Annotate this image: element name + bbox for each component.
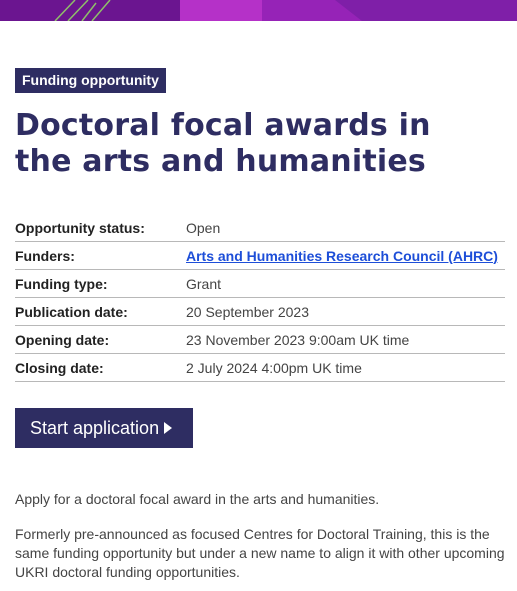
header-banner: [0, 0, 517, 21]
details-label: Publication date:: [15, 297, 186, 326]
banner-decoration: [54, 0, 362, 21]
details-row-funders: Funders: Arts and Humanities Research Co…: [15, 241, 505, 270]
details-label: Closing date:: [15, 353, 186, 382]
play-triangle-icon: [164, 422, 173, 434]
funding-opportunity-tag: Funding opportunity: [15, 68, 166, 93]
details-row-type: Funding type: Grant: [15, 269, 505, 298]
page-title: Doctoral focal awards in the arts and hu…: [15, 108, 431, 179]
details-row-opening: Opening date: 23 November 2023 9:00am UK…: [15, 325, 505, 354]
description-paragraph: Formerly pre-announced as focused Centre…: [15, 526, 505, 580]
start-application-button[interactable]: Start application: [15, 408, 193, 448]
opportunity-details: Opportunity status: Open Funders: Arts a…: [15, 214, 505, 382]
funder-link[interactable]: Arts and Humanities Research Council (AH…: [186, 248, 498, 264]
details-row-closing: Closing date: 2 July 2024 4:00pm UK time: [15, 353, 505, 382]
details-value: Grant: [186, 269, 505, 298]
details-row-status: Opportunity status: Open: [15, 214, 505, 242]
details-value: Open: [186, 219, 221, 236]
details-value: 23 November 2023 9:00am UK time: [186, 325, 505, 354]
details-value: Arts and Humanities Research Council (AH…: [186, 241, 505, 270]
details-value: 20 September 2023: [186, 297, 505, 326]
details-row-publication: Publication date: 20 September 2023: [15, 297, 505, 326]
details-label: Opening date:: [15, 325, 186, 354]
description-paragraph: Apply for a doctoral focal award in the …: [15, 491, 380, 507]
details-label: Funding type:: [15, 269, 186, 298]
details-label: Funders:: [15, 241, 186, 270]
start-application-label: Start application: [30, 417, 160, 438]
details-label: Opportunity status:: [15, 219, 145, 236]
details-value: 2 July 2024 4:00pm UK time: [186, 353, 505, 382]
